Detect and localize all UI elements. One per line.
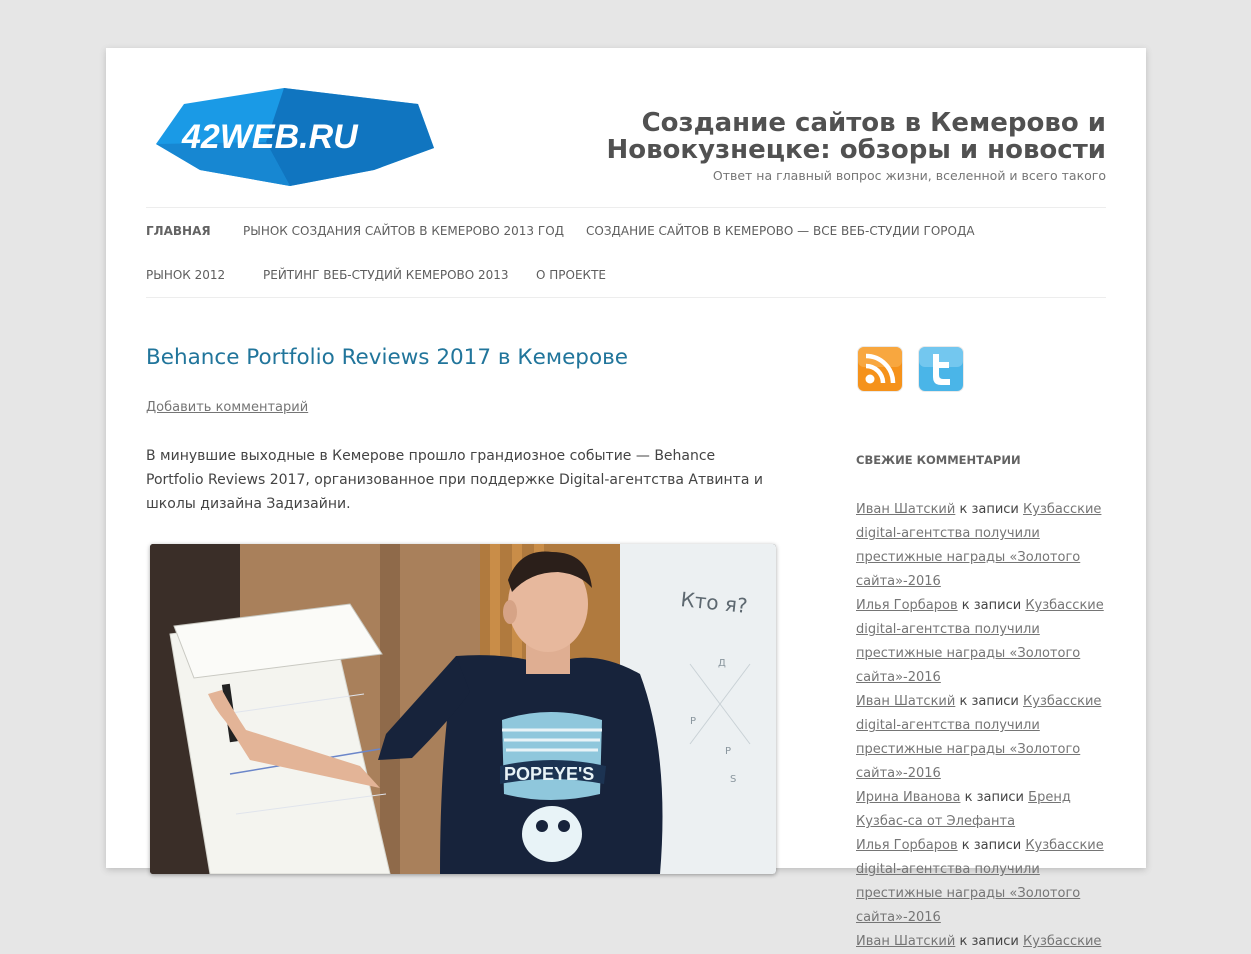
photo-shirt-text: POPEYE'S [504, 764, 594, 784]
comment-connector: к записи [955, 694, 1024, 709]
comment-connector: к записи [957, 838, 1026, 853]
nav-item-all-studios[interactable]: Создание сайтов в Кемерово — все веб-сту… [586, 224, 975, 238]
nav-item-rating-2013[interactable]: Рейтинг веб-студий Кемерово 2013 [263, 268, 509, 282]
nav-divider-top [146, 207, 1106, 208]
post-photo: Кто я? Д Р Р S POPEYE'S [150, 544, 776, 874]
recent-comment-item: Иван Шатский к записи Кузбасские digital… [856, 690, 1108, 786]
photo-board-letter: S [730, 774, 736, 785]
recent-comment-item: Иван Шатский к записи Кузбасские digital… [856, 498, 1108, 594]
nav-item-market-2013[interactable]: Рынок создания сайтов в Кемерово 2013 го… [243, 224, 564, 238]
photo-board-letter: Р [690, 716, 696, 727]
nav-row-1: Главная Рынок создания сайтов в Кемерово… [146, 224, 1106, 248]
site-title-line2: Новокузнецке: обзоры и новости [606, 135, 1106, 165]
comment-author-link[interactable]: Иван Шатский [856, 694, 955, 709]
comment-author-link[interactable]: Илья Горбаров [856, 838, 958, 853]
recent-comments-list: Иван Шатский к записи Кузбасские digital… [856, 498, 1108, 954]
nav-item-about[interactable]: О проекте [536, 268, 606, 282]
twitter-icon [918, 346, 964, 392]
twitter-button[interactable] [916, 344, 966, 394]
photo-board-letter: Д [718, 658, 726, 669]
comment-connector: к записи [960, 790, 1029, 805]
add-comment-link[interactable]: Добавить комментарий [146, 400, 308, 415]
comment-post-link[interactable]: Кузбасские [1023, 934, 1101, 949]
recent-comment-item: Илья Горбаров к записи Кузбасские digita… [856, 834, 1108, 930]
post-intro-text: В минувшие выходные в Кемерове прошло гр… [146, 448, 763, 512]
comment-author-link[interactable]: Иван Шатский [856, 502, 955, 517]
post-title[interactable]: Behance Portfolio Reviews 2017 в Кемеров… [146, 345, 628, 370]
nav-item-market-2012[interactable]: Рынок 2012 [146, 268, 225, 282]
site-description: Ответ на главный вопрос жизни, вселенной… [712, 168, 1106, 183]
nav-item-home[interactable]: Главная [146, 224, 211, 238]
nav-row-2: Рынок 2012 Рейтинг веб-студий Кемерово 2… [146, 268, 1106, 292]
site-title-line1: Создание сайтов в Кемерово и [641, 108, 1106, 138]
recent-comments-title: Свежие комментарии [856, 453, 1021, 467]
nav-divider-bottom [146, 297, 1106, 298]
recent-comment-item: Иван Шатский к записи Кузбасские [856, 930, 1108, 954]
site-logo[interactable]: 42WEB.RU [156, 86, 436, 186]
recent-comment-item: Ирина Иванова к записи Бренд Кузбас-са о… [856, 786, 1108, 834]
site-title[interactable]: Создание сайтов в Кемерово и Новокузнецк… [546, 110, 1106, 164]
photo-board-letter: Р [725, 746, 731, 757]
recent-comment-item: Илья Горбаров к записи Кузбасские digita… [856, 594, 1108, 690]
logo-text: 42WEB.RU [181, 118, 359, 156]
rss-icon [857, 346, 903, 392]
comment-author-link[interactable]: Иван Шатский [856, 934, 955, 949]
comment-connector: к записи [955, 934, 1024, 949]
comment-connector: к записи [957, 598, 1026, 613]
page-container: 42WEB.RU Создание сайтов в Кемерово и Но… [106, 48, 1146, 949]
comment-author-link[interactable]: Илья Горбаров [856, 598, 958, 613]
comment-connector: к записи [955, 502, 1024, 517]
comment-author-link[interactable]: Ирина Иванова [856, 790, 960, 805]
rss-button[interactable] [855, 344, 905, 394]
